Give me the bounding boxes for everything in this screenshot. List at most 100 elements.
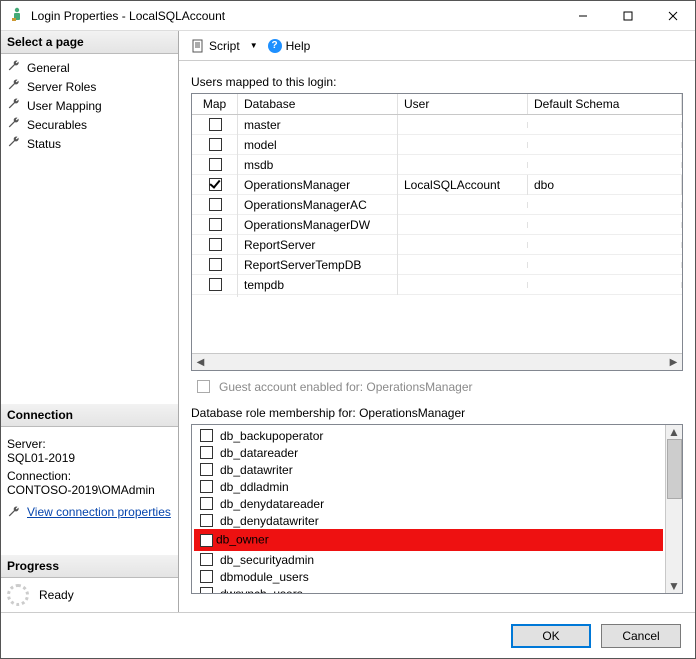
table-row[interactable]: model: [192, 135, 682, 155]
app-icon: [9, 6, 25, 25]
roles-label: Database role membership for: Operations…: [191, 406, 683, 420]
page-item-securables[interactable]: Securables: [3, 115, 176, 134]
role-checkbox[interactable]: [200, 497, 213, 510]
role-checkbox[interactable]: [200, 463, 213, 476]
ok-button[interactable]: OK: [511, 624, 591, 648]
guest-account-checkbox: [197, 380, 210, 393]
role-item[interactable]: db_denydatareader: [194, 495, 663, 512]
role-checkbox[interactable]: [200, 570, 213, 583]
col-default-schema[interactable]: Default Schema: [528, 94, 682, 114]
role-checkbox[interactable]: [200, 446, 213, 459]
connection-label: Connection:: [7, 469, 172, 483]
role-item[interactable]: db_denydatawriter: [194, 512, 663, 529]
table-row[interactable]: OperationsManagerDW: [192, 215, 682, 235]
schema-cell: [528, 162, 682, 168]
page-item-server-roles[interactable]: Server Roles: [3, 77, 176, 96]
role-label: db_securityadmin: [220, 553, 314, 567]
user-cell: LocalSQLAccount: [398, 175, 528, 195]
close-button[interactable]: [650, 1, 695, 30]
role-item-highlight[interactable]: db_owner: [194, 529, 663, 551]
view-connection-properties-link[interactable]: View connection properties: [7, 505, 172, 519]
db-cell: ReportServer: [238, 235, 398, 255]
user-cell: [398, 222, 528, 228]
map-checkbox[interactable]: [209, 138, 222, 151]
role-item[interactable]: db_datareader: [194, 444, 663, 461]
role-item[interactable]: db_ddladmin: [194, 478, 663, 495]
server-value: SQL01-2019: [7, 451, 172, 465]
table-row[interactable]: OperationsManagerLocalSQLAccountdbo: [192, 175, 682, 195]
wrench-icon: [7, 505, 21, 519]
db-cell: msdb: [238, 155, 398, 175]
user-cell: [398, 262, 528, 268]
db-cell: ReportServerTempDB: [238, 255, 398, 275]
progress-spinner-icon: [7, 584, 29, 606]
cancel-button[interactable]: Cancel: [601, 624, 681, 648]
page-item-label: Status: [27, 137, 61, 151]
schema-cell: [528, 242, 682, 248]
page-item-status[interactable]: Status: [3, 134, 176, 153]
db-cell: master: [238, 115, 398, 135]
roles-vscrollbar[interactable]: ▲▼: [665, 425, 682, 593]
role-item[interactable]: db_backupoperator: [194, 427, 663, 444]
page-item-user-mapping[interactable]: User Mapping: [3, 96, 176, 115]
col-map[interactable]: Map: [192, 94, 238, 114]
page-item-general[interactable]: General: [3, 58, 176, 77]
user-cell: [398, 162, 528, 168]
page-item-label: Securables: [27, 118, 87, 132]
table-row[interactable]: ReportServerTempDB: [192, 255, 682, 275]
map-checkbox[interactable]: [209, 118, 222, 131]
role-label: dbmodule_users: [220, 570, 309, 584]
role-item[interactable]: db_datawriter: [194, 461, 663, 478]
help-button[interactable]: ? Help: [264, 37, 315, 55]
script-icon: [191, 39, 205, 53]
map-checkbox[interactable]: [209, 218, 222, 231]
wrench-icon: [7, 97, 21, 114]
map-checkbox[interactable]: [209, 178, 222, 191]
table-row[interactable]: master: [192, 115, 682, 135]
role-checkbox[interactable]: [200, 514, 213, 527]
guest-account-label: Guest account enabled for: OperationsMan…: [219, 380, 473, 394]
connection-header: Connection: [1, 404, 178, 427]
grid-hscrollbar[interactable]: ◀▶: [192, 353, 682, 370]
login-properties-dialog: Login Properties - LocalSQLAccount Selec…: [0, 0, 696, 659]
role-checkbox[interactable]: [200, 587, 213, 593]
map-checkbox[interactable]: [209, 198, 222, 211]
role-checkbox[interactable]: [200, 553, 213, 566]
table-row[interactable]: ReportServer: [192, 235, 682, 255]
table-row[interactable]: msdb: [192, 155, 682, 175]
schema-cell: [528, 142, 682, 148]
col-database[interactable]: Database: [238, 94, 398, 114]
wrench-icon: [7, 78, 21, 95]
table-row[interactable]: OperationsManagerAC: [192, 195, 682, 215]
schema-cell: [528, 122, 682, 128]
db-cell: model: [238, 135, 398, 155]
col-user[interactable]: User: [398, 94, 528, 114]
role-item[interactable]: db_securityadmin: [194, 551, 663, 568]
map-checkbox[interactable]: [209, 238, 222, 251]
role-label: db_denydatareader: [220, 497, 324, 511]
server-label: Server:: [7, 437, 172, 451]
role-label: db_ddladmin: [220, 480, 289, 494]
role-label: db_datareader: [220, 446, 298, 460]
schema-cell: [528, 222, 682, 228]
progress-status: Ready: [39, 588, 74, 602]
role-checkbox[interactable]: [200, 429, 213, 442]
progress-header: Progress: [1, 555, 178, 578]
minimize-button[interactable]: [560, 1, 605, 30]
map-checkbox[interactable]: [209, 158, 222, 171]
script-dropdown[interactable]: ▼: [250, 41, 258, 50]
role-membership-list: db_backupoperator db_datareaderdb_datawri…: [191, 424, 683, 594]
role-item[interactable]: dwsynch_users: [194, 585, 663, 593]
role-checkbox[interactable]: [200, 480, 213, 493]
user-cell: [398, 282, 528, 288]
table-row[interactable]: tempdb: [192, 275, 682, 295]
map-checkbox[interactable]: [209, 258, 222, 271]
page-item-label: Server Roles: [27, 80, 96, 94]
role-label: db_backupoperator: [220, 429, 323, 443]
titlebar: Login Properties - LocalSQLAccount: [1, 1, 695, 31]
role-item[interactable]: dbmodule_users: [194, 568, 663, 585]
script-button[interactable]: Script: [187, 37, 244, 55]
maximize-button[interactable]: [605, 1, 650, 30]
map-checkbox[interactable]: [209, 278, 222, 291]
role-checkbox[interactable]: [200, 534, 213, 547]
